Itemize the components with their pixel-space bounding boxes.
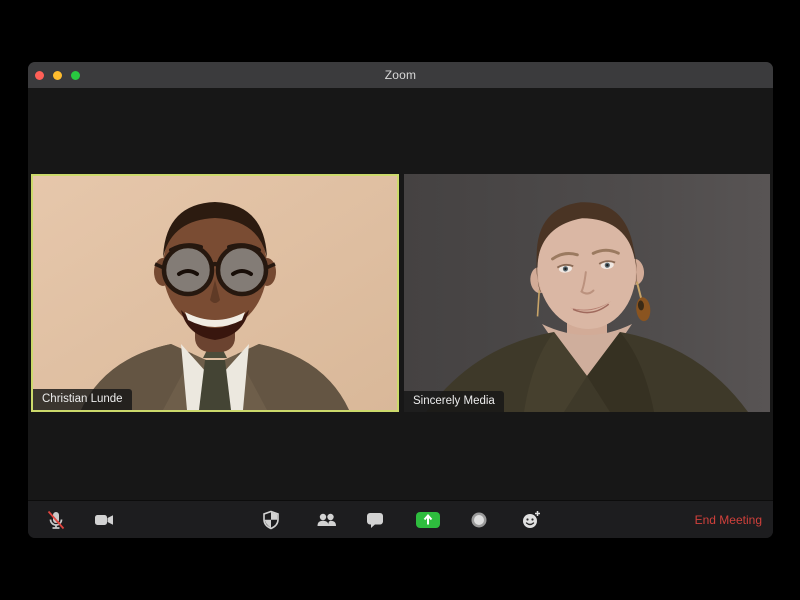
participant-name-badge: Sincerely Media — [404, 391, 504, 412]
meeting-toolbar: End Meeting — [28, 500, 773, 538]
share-screen-up-arrow-icon — [416, 512, 440, 528]
traffic-lights — [35, 70, 80, 80]
video-button[interactable] — [88, 504, 120, 536]
participant-video-christian-lunde — [33, 176, 397, 410]
end-meeting-button[interactable]: End Meeting — [695, 501, 762, 538]
chat-button[interactable] — [359, 504, 391, 536]
record-button[interactable] — [463, 504, 495, 536]
video-gallery: Christian Lunde Sincerely Media — [28, 88, 773, 500]
chat-bubble-icon — [367, 513, 383, 528]
close-window-button[interactable] — [35, 70, 44, 80]
desktop-background: { "window": { "title": "Zoom" }, "titleb… — [0, 0, 800, 600]
zoom-window: Zoom Christian Lunde Sincerely Media End… — [28, 62, 773, 538]
video-tile-christian-lunde[interactable]: Christian Lunde — [31, 174, 399, 412]
share-screen-button[interactable] — [412, 504, 444, 536]
fullscreen-window-button[interactable] — [71, 70, 80, 80]
participant-video-sincerely-media — [404, 174, 770, 412]
microphone-muted-icon — [47, 510, 65, 530]
participants-button[interactable] — [310, 504, 342, 536]
reactions-button[interactable] — [515, 504, 547, 536]
minimize-window-button[interactable] — [53, 70, 62, 80]
security-button[interactable] — [255, 504, 287, 536]
smiley-plus-icon — [523, 511, 540, 528]
window-title: Zoom — [384, 68, 417, 82]
mute-button[interactable] — [40, 504, 72, 536]
participants-icon — [317, 513, 336, 526]
record-circle-icon — [471, 512, 487, 528]
video-camera-icon — [95, 515, 113, 525]
window-titlebar[interactable]: Zoom — [28, 62, 773, 88]
video-tile-sincerely-media[interactable]: Sincerely Media — [404, 174, 770, 412]
participant-name-badge: Christian Lunde — [33, 389, 132, 410]
shield-icon — [263, 510, 279, 530]
